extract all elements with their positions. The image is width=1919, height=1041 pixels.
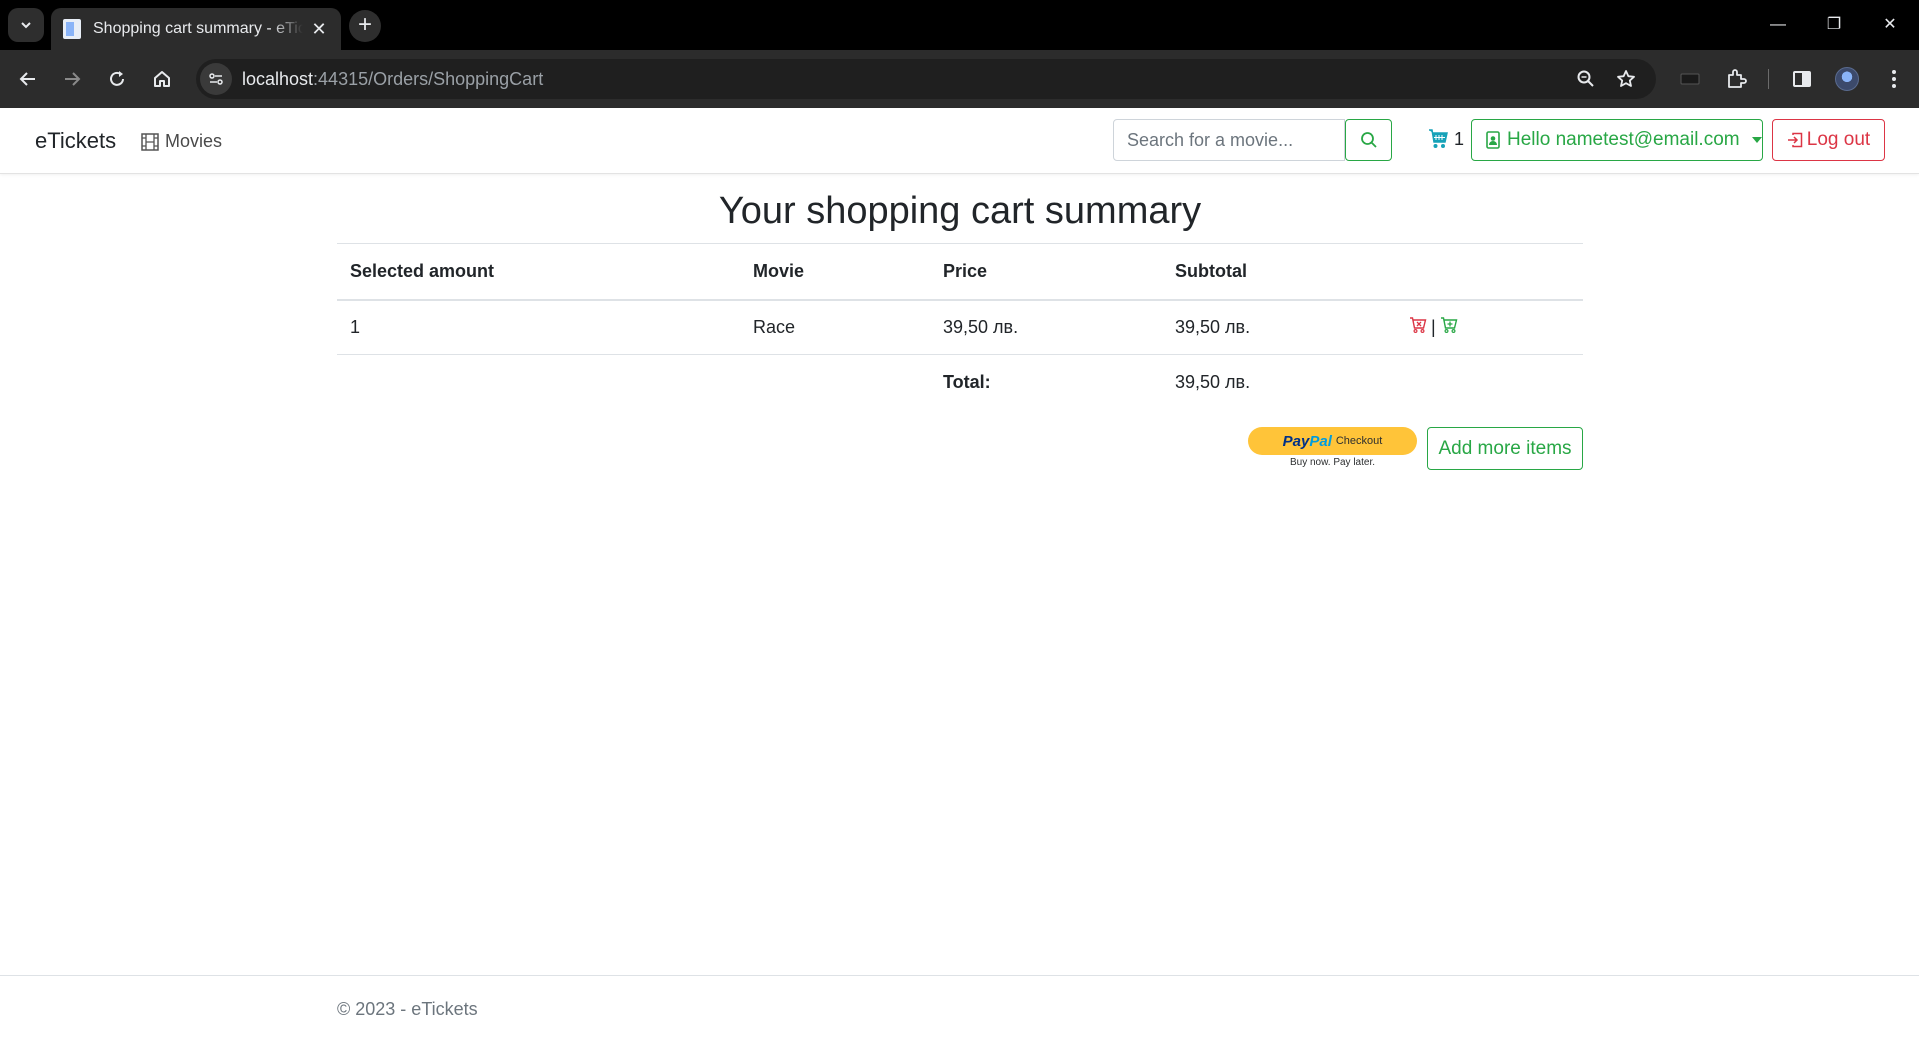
bookmark-star-icon[interactable] [1610, 63, 1642, 95]
paypal-tagline: Buy now. Pay later. [1289, 457, 1376, 468]
search-input[interactable] [1113, 119, 1345, 161]
search-button[interactable] [1345, 119, 1392, 161]
page-title: Your shopping cart summary [718, 190, 1202, 232]
forward-button[interactable] [56, 63, 88, 95]
action-separator: | [1431, 316, 1436, 337]
film-icon [141, 132, 159, 151]
paypal-logo-dark: Pay [1282, 432, 1310, 450]
browser-tab-active[interactable]: Shopping cart summary - eTickets ✕ [51, 8, 341, 50]
add-to-cart-button[interactable] [1440, 316, 1458, 339]
menu-dots-icon[interactable] [1878, 63, 1910, 95]
logout-label: Log out [1806, 129, 1871, 150]
extensions-icon[interactable] [1720, 63, 1752, 95]
paypal-checkout-label: Checkout [1335, 435, 1383, 447]
back-button[interactable] [12, 63, 44, 95]
cart-add-icon [1440, 317, 1458, 333]
total-value: 39,50 лв. [1175, 371, 1251, 392]
minimize-button[interactable]: — [1758, 10, 1798, 40]
paypal-checkout: PayPal Checkout Buy now. Pay later. [1248, 427, 1417, 471]
nav-movies-link[interactable]: Movies [141, 131, 222, 152]
footer-copyright: © 2023 - eTickets [337, 999, 478, 1019]
cell-amount: 1 [337, 299, 740, 355]
total-label: Total: [943, 371, 991, 392]
footer: © 2023 - eTickets [0, 975, 1919, 1041]
nav-movies-label: Movies [165, 131, 223, 151]
close-window-button[interactable]: ✕ [1870, 10, 1910, 40]
keyboard-icon[interactable] [1674, 63, 1706, 95]
cart-icon [1429, 129, 1448, 148]
forward-arrow-icon [65, 72, 81, 86]
user-dropdown-button[interactable]: Hello nametest@email.com [1471, 119, 1763, 161]
back-arrow-icon [19, 72, 35, 86]
new-tab-button[interactable]: + [349, 10, 381, 42]
brand-link[interactable]: eTickets [35, 128, 116, 154]
paypal-checkout-button[interactable]: PayPal Checkout [1248, 427, 1417, 455]
total-row: Total: 39,50 лв. [337, 355, 1583, 410]
url-host: localhost [242, 68, 314, 89]
paypal-logo: PayPal [1283, 433, 1332, 450]
search-icon [1360, 132, 1377, 148]
logout-button[interactable]: Log out [1772, 119, 1885, 161]
favicon-icon [63, 19, 81, 39]
cart-count: 1 [1454, 128, 1465, 149]
cart-link[interactable]: 1 [1428, 128, 1464, 150]
column-header-amount: Selected amount [337, 243, 740, 301]
cell-movie: Race [740, 299, 930, 355]
toolbar-separator [1768, 69, 1769, 89]
logout-icon [1787, 132, 1803, 148]
restore-button[interactable]: ❐ [1814, 10, 1854, 40]
browser-tabstrip: Shopping cart summary - eTickets ✕ + — ❐… [0, 0, 1919, 50]
home-icon [154, 71, 170, 87]
sidebar-icon[interactable] [1786, 63, 1818, 95]
address-bar[interactable]: localhost:44315/Orders/ShoppingCart [196, 59, 1656, 99]
browser-toolbar: localhost:44315/Orders/ShoppingCart [0, 50, 1919, 108]
url-path: :44315/Orders/ShoppingCart [313, 68, 544, 89]
reload-icon [110, 71, 124, 86]
url-text: localhost:44315/Orders/ShoppingCart [242, 69, 543, 90]
add-more-items-button[interactable]: Add more items [1427, 427, 1583, 470]
paypal-logo-light: Pal [1309, 432, 1332, 450]
home-button[interactable] [146, 63, 178, 95]
tab-search-button[interactable] [8, 8, 44, 42]
column-header-actions [1396, 243, 1583, 301]
profile-avatar [1835, 67, 1859, 91]
chevron-down-icon [1751, 137, 1762, 143]
cell-price: 39,50 лв. [930, 299, 1162, 355]
reload-button[interactable] [101, 63, 133, 95]
cart-remove-icon [1410, 317, 1427, 333]
user-badge-icon [1486, 131, 1500, 149]
cell-subtotal: 39,50 лв. [1162, 299, 1396, 355]
hello-label: Hello nametest@email.com [1507, 129, 1740, 150]
table-row: 1 Race 39,50 лв. 39,50 лв. | [337, 299, 1583, 355]
column-header-price: Price [930, 243, 1162, 301]
column-header-subtotal: Subtotal [1162, 243, 1396, 301]
profile-button[interactable] [1831, 63, 1863, 95]
table-header-row: Selected amount Movie Price Subtotal [337, 243, 1583, 301]
column-header-movie: Movie [740, 243, 930, 301]
zoom-icon[interactable] [1570, 63, 1602, 95]
site-settings-icon[interactable] [200, 63, 232, 95]
cell-actions: | [1396, 299, 1583, 355]
cart-table: Selected amount Movie Price Subtotal 1 R… [337, 243, 1583, 410]
site-navbar: eTickets Movies 1 Hello nametest@email.c… [0, 108, 1919, 174]
tab-title: Shopping cart summary - eTickets [93, 20, 303, 37]
tab-close-icon[interactable]: ✕ [309, 19, 329, 40]
remove-from-cart-button[interactable] [1409, 316, 1427, 339]
chevron-down-icon [21, 22, 31, 29]
